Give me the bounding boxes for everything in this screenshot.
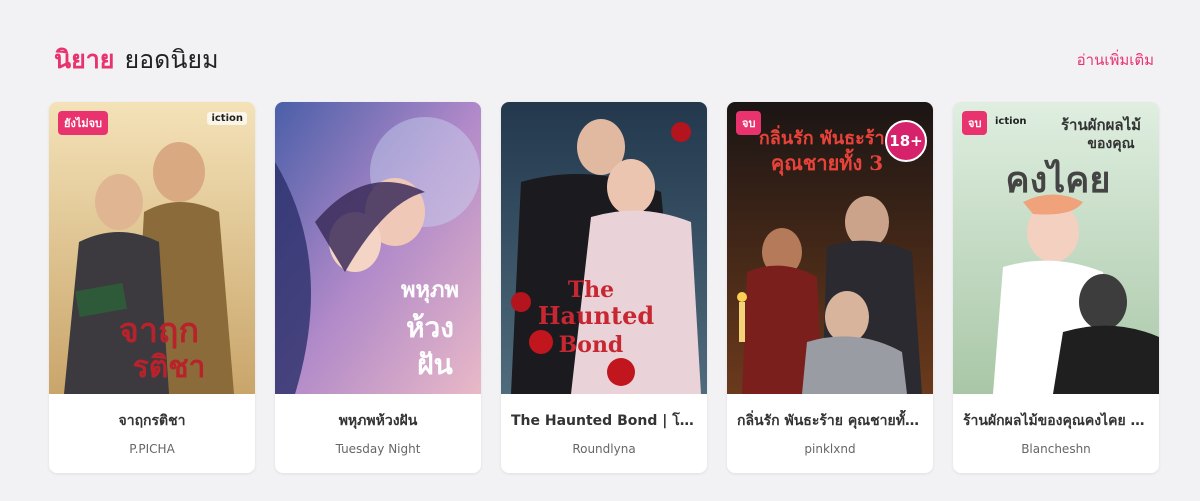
novel-card[interactable]: The Haunted Bond The Haunted Bond | โสย.… (501, 102, 707, 473)
novel-card[interactable]: ร้านผักผลไม้ ของคุณ คงไคย จบ iction ร้าน… (953, 102, 1159, 473)
cover-illustration: จาฤก รติชา (49, 102, 255, 394)
age-rating-badge: 18+ (885, 120, 927, 162)
svg-text:กลิ่นรัก พันธะร้าย: กลิ่นรัก พันธะร้าย (759, 125, 895, 149)
card-author[interactable]: Blancheshn (963, 442, 1149, 456)
svg-text:รติชา: รติชา (133, 350, 206, 385)
svg-text:คงไคย: คงไคย (1006, 158, 1111, 201)
svg-text:ฝัน: ฝัน (417, 348, 453, 381)
svg-text:Haunted: Haunted (538, 301, 654, 330)
novel-card-list: จาฤก รติชา ยังไม่จบ iction จาฤกรติชา P.P… (49, 102, 1159, 473)
svg-text:ร้านผักผลไม้: ร้านผักผลไม้ (1061, 115, 1141, 134)
status-badge: จบ (962, 111, 988, 135)
section-header: นิยาย ยอดนิยม อ่านเพิ่มเติม (54, 40, 1154, 80)
card-title[interactable]: กลิ่นรัก พันธะร้าย คุณชายทั้ง... (737, 410, 923, 432)
book-cover[interactable]: ร้านผักผลไม้ ของคุณ คงไคย จบ iction (953, 102, 1159, 394)
card-author[interactable]: pinklxnd (737, 442, 923, 456)
section-title: นิยาย ยอดนิยม (54, 40, 219, 80)
cover-illustration: ร้านผักผลไม้ ของคุณ คงไคย (953, 102, 1159, 394)
novel-card[interactable]: กลิ่นรัก พันธะร้าย คุณชายทั้ง 3 จบ 18+ ก… (727, 102, 933, 473)
cover-illustration: พหุภพ ห้วง ฝัน (275, 102, 481, 394)
svg-text:คุณชายทั้ง 3: คุณชายทั้ง 3 (771, 148, 883, 176)
book-cover[interactable]: กลิ่นรัก พันธะร้าย คุณชายทั้ง 3 จบ 18+ (727, 102, 933, 394)
status-badge: จบ (736, 111, 762, 135)
card-author[interactable]: Roundlyna (511, 442, 697, 456)
status-badge: ยังไม่จบ (58, 111, 109, 135)
svg-text:Bond: Bond (559, 332, 624, 358)
title-accent: นิยาย (54, 45, 115, 74)
brand-logo: iction (995, 116, 1027, 127)
book-cover[interactable]: พหุภพ ห้วง ฝัน (275, 102, 481, 394)
cover-illustration: The Haunted Bond (501, 102, 707, 394)
svg-text:พหุภพ: พหุภพ (401, 277, 459, 304)
title-rest: ยอดนิยม (124, 45, 219, 74)
svg-text:ห้วง: ห้วง (406, 311, 454, 344)
card-author[interactable]: Tuesday Night (285, 442, 471, 456)
card-title[interactable]: พหุภพห้วงฝัน (285, 410, 471, 432)
brand-logo: iction (207, 112, 247, 125)
novel-card[interactable]: พหุภพ ห้วง ฝัน พหุภพห้วงฝัน Tuesday Nigh… (275, 102, 481, 473)
card-title[interactable]: The Haunted Bond | โสย... (511, 410, 697, 432)
read-more-link[interactable]: อ่านเพิ่มเติม (1077, 48, 1154, 72)
card-title[interactable]: ร้านผักผลไม้ของคุณคงไคย (... (963, 410, 1149, 432)
card-author[interactable]: P.PICHA (59, 442, 245, 456)
book-cover[interactable]: The Haunted Bond (501, 102, 707, 394)
book-cover[interactable]: จาฤก รติชา ยังไม่จบ iction (49, 102, 255, 394)
novel-card[interactable]: จาฤก รติชา ยังไม่จบ iction จาฤกรติชา P.P… (49, 102, 255, 473)
svg-text:ของคุณ: ของคุณ (1087, 136, 1134, 152)
svg-text:The: The (568, 277, 614, 303)
svg-text:จาฤก: จาฤก (119, 311, 199, 351)
card-title[interactable]: จาฤกรติชา (59, 410, 245, 432)
